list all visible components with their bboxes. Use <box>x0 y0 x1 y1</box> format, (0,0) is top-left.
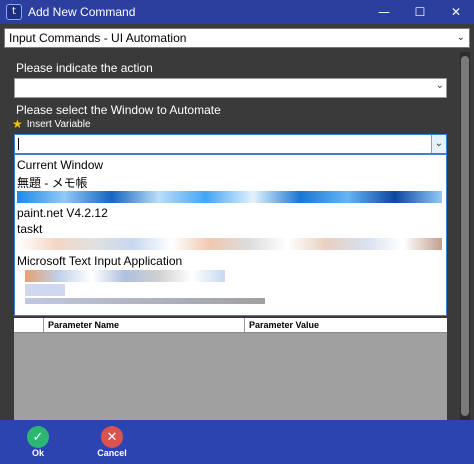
window-select-input[interactable]: ⌄ <box>14 134 447 154</box>
insert-variable-label: Insert Variable <box>26 118 91 130</box>
app-icon: t <box>6 4 22 20</box>
command-settings-panel: Please indicate the action ⌄ Please sele… <box>4 52 470 420</box>
redacted-region <box>17 191 442 203</box>
chevron-down-icon: ⌄ <box>456 32 465 43</box>
minimize-button[interactable]: — <box>366 0 402 24</box>
ok-label: Ok <box>31 448 44 458</box>
action-label: Please indicate the action <box>16 61 153 75</box>
close-icon: ✕ <box>101 426 123 448</box>
window-select-label: Please select the Window to Automate <box>16 103 221 117</box>
chevron-down-icon: ⌄ <box>435 80 444 91</box>
redacted-region <box>25 284 65 296</box>
panel-scrollbar[interactable] <box>460 52 470 420</box>
list-item[interactable]: 無題 - メモ帳 <box>17 174 88 191</box>
parameter-grid[interactable]: Parameter Name Parameter Value <box>14 318 447 420</box>
grid-header-selector <box>14 318 44 332</box>
window-options-list[interactable]: Current Window 無題 - メモ帳 paint.net V4.2.1… <box>14 154 447 316</box>
text-cursor <box>18 138 19 150</box>
chevron-down-icon[interactable]: ⌄ <box>431 135 446 153</box>
list-item[interactable]: taskt <box>17 222 42 236</box>
redacted-region <box>25 270 225 282</box>
check-icon: ✓ <box>27 426 49 448</box>
redacted-region <box>25 298 265 304</box>
ok-button[interactable]: ✓ Ok <box>18 426 58 458</box>
list-item[interactable]: paint.net V4.2.12 <box>17 206 108 220</box>
title-bar: t Add New Command — ☐ ✕ <box>0 0 474 24</box>
grid-header: Parameter Name Parameter Value <box>14 318 447 333</box>
insert-variable-link[interactable]: ★ Insert Variable <box>12 117 91 131</box>
cancel-button[interactable]: ✕ Cancel <box>92 426 132 458</box>
cancel-label: Cancel <box>97 448 127 458</box>
list-item[interactable]: Microsoft Text Input Application <box>17 254 182 268</box>
maximize-button[interactable]: ☐ <box>402 0 438 24</box>
command-category-value: Input Commands - UI Automation <box>9 31 187 45</box>
star-icon: ★ <box>12 117 23 131</box>
grid-header-parameter-name[interactable]: Parameter Name <box>44 318 245 332</box>
grid-header-parameter-value[interactable]: Parameter Value <box>245 318 447 332</box>
redacted-region <box>17 238 442 250</box>
close-button[interactable]: ✕ <box>438 0 474 24</box>
command-category-select[interactable]: Input Commands - UI Automation ⌄ <box>4 28 470 48</box>
action-select[interactable]: ⌄ <box>14 78 447 98</box>
footer-bar: ✓ Ok ✕ Cancel <box>0 420 474 464</box>
list-item[interactable]: Current Window <box>17 158 103 172</box>
scrollbar-thumb[interactable] <box>461 56 469 416</box>
window-title: Add New Command <box>28 5 136 19</box>
